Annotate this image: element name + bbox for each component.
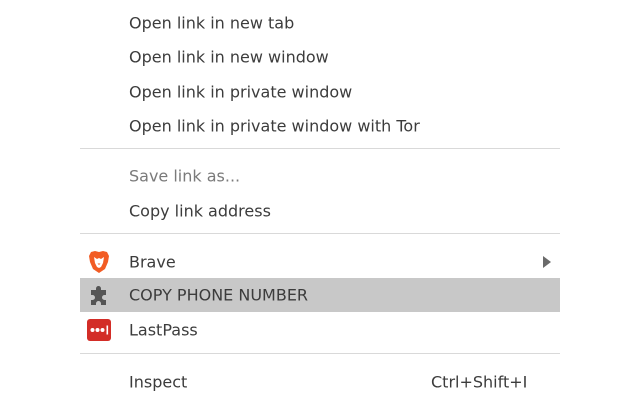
menu-item-lastpass[interactable]: LastPass bbox=[80, 313, 560, 347]
menu-item-label: Save link as... bbox=[129, 166, 241, 186]
menu-item-label: COPY PHONE NUMBER bbox=[129, 285, 309, 305]
puzzle-extension-icon bbox=[87, 283, 111, 307]
menu-item-label: Open link in new tab bbox=[129, 13, 295, 33]
menu-item-open-new-tab[interactable]: Open link in new tab bbox=[80, 6, 560, 40]
menu-item-open-new-window[interactable]: Open link in new window bbox=[80, 40, 560, 74]
menu-separator bbox=[80, 148, 560, 149]
submenu-arrow-icon bbox=[543, 256, 551, 268]
menu-item-label: Open link in new window bbox=[129, 47, 329, 67]
menu-item-inspect[interactable]: Inspect Ctrl+Shift+I bbox=[80, 365, 560, 399]
menu-item-copy-phone-number[interactable]: COPY PHONE NUMBER bbox=[80, 278, 560, 312]
brave-lion-icon bbox=[87, 250, 111, 274]
menu-item-label: Open link in private window bbox=[129, 82, 353, 102]
menu-separator bbox=[80, 233, 560, 234]
menu-item-open-private-window-tor[interactable]: Open link in private window with Tor bbox=[80, 109, 560, 143]
menu-item-open-private-window[interactable]: Open link in private window bbox=[80, 75, 560, 109]
menu-item-label: Copy link address bbox=[129, 201, 271, 221]
lastpass-icon bbox=[87, 318, 111, 342]
menu-item-label: Inspect bbox=[129, 372, 188, 392]
context-menu: Open link in new tab Open link in new wi… bbox=[80, 0, 560, 400]
menu-item-save-link-as: Save link as... bbox=[80, 159, 560, 193]
menu-item-copy-link-address[interactable]: Copy link address bbox=[80, 194, 560, 228]
menu-item-shortcut: Ctrl+Shift+I bbox=[431, 372, 528, 392]
menu-separator bbox=[80, 353, 560, 354]
menu-item-label: Brave bbox=[129, 252, 176, 272]
menu-item-label: LastPass bbox=[129, 320, 198, 340]
menu-item-brave[interactable]: Brave bbox=[80, 245, 560, 279]
menu-item-label: Open link in private window with Tor bbox=[129, 116, 420, 136]
